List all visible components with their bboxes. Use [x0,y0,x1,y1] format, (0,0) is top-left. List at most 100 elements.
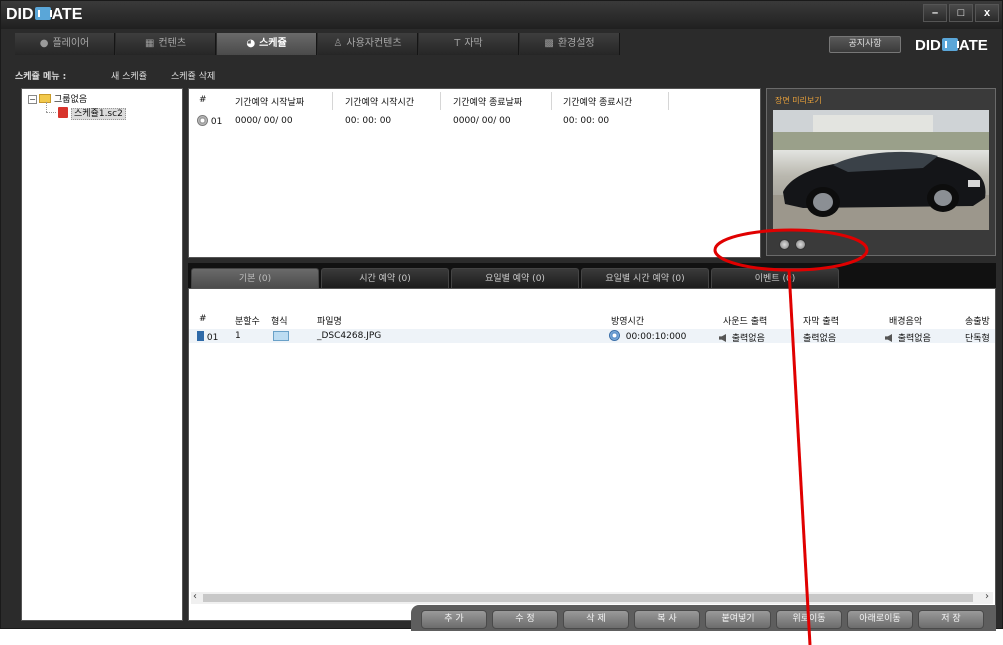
filename: _DSC4268.JPG [317,331,382,341]
schedule-list: # 기간예약 시작날짜 기간예약 시작시간 기간예약 종료날짜 기간예약 종료시… [188,88,761,258]
clock-icon [609,330,620,341]
start-date: 0000/ 00/ 00 [235,116,293,126]
new-schedule-link[interactable]: 새 스케쥴 [111,69,147,82]
edit-button[interactable]: 수 정 [492,610,558,629]
column-header[interactable]: 파일명 [317,314,342,327]
tab-schedule[interactable]: ◕ 스케쥴 [217,33,317,55]
column-header[interactable]: 분할수 [235,314,260,327]
next-scene-button[interactable] [795,239,806,250]
format-cell [273,331,289,343]
column-header[interactable]: 송출방 [965,314,990,327]
subtitle-output: 출력없음 [803,334,837,344]
tree-connector [46,112,56,113]
content-list: # 분할수 형식 파일명 방영시간 사운드 출력 자막 출력 배경음악 송출방 … [188,288,996,621]
column-header[interactable]: 기간예약 종료날짜 [453,95,522,108]
clock-icon [197,115,208,126]
brand-logo: DID ATE [915,37,988,54]
tab-user-content[interactable]: ♙ 사용자컨텐츠 [318,33,418,55]
tab-subtitle[interactable]: T 자막 [419,33,519,55]
duration: 00:00:10:000 [609,330,686,342]
schedule-menu-label: 스케쥴 메뉴 : [15,72,67,82]
action-bar: 추 가 수 정 삭 제 복 사 붙여넣기 위로이동 아래로이동 저 장 [411,605,996,631]
sound-output: 출력없음 [719,331,765,344]
end-time: 00: 00: 00 [563,116,610,126]
split-count: 1 [235,331,241,341]
app-logo: DID ATE [6,6,83,23]
column-separator[interactable] [440,92,441,110]
scene-preview-panel: 장면 미리보기 [766,88,996,256]
column-header[interactable]: 기간예약 시작날짜 [235,95,304,108]
paste-button[interactable]: 붙여넣기 [705,610,771,629]
app-window: DID ATE – □ x ● 플레이어 ▦ 컨텐츠 ◕ 스케쥴 ♙ 사용자컨텐츠 T 자막… [0,0,1003,631]
tree-file-item[interactable]: 스케쥴1.sc2 [58,106,126,120]
close-button[interactable]: x [975,4,999,22]
row-number: 01 [197,115,222,127]
horizontal-scrollbar[interactable]: ‹ › [191,591,993,604]
schedule-menu-bar: 스케쥴 메뉴 : 새 스케쥴 스케쥴 삭제 [1,59,1002,87]
end-date: 0000/ 00/ 00 [453,116,511,126]
play-icon: ● [39,38,49,49]
table-row[interactable]: 01 1 _DSC4268.JPG 00:00:10:000 출력없음 출력없음… [189,329,995,344]
maximize-button[interactable]: □ [949,4,973,22]
move-up-button[interactable]: 위로이동 [776,610,842,629]
schedule-file-icon [58,107,68,118]
item-icon [197,331,204,341]
schedule-icon: ◕ [246,38,256,49]
column-header[interactable]: # [199,314,207,324]
bgm-output: 출력없음 [885,331,931,344]
scroll-left-icon[interactable]: ‹ [193,591,197,602]
add-button[interactable]: 추 가 [421,610,487,629]
move-down-button[interactable]: 아래로이동 [847,610,913,629]
column-header[interactable]: 기간예약 시작시간 [345,95,414,108]
tab-player[interactable]: ● 플레이어 [15,33,115,55]
column-header[interactable]: # [199,95,207,105]
speaker-icon [719,334,726,342]
content-sub-tabs: 기본 (0) 시간 예약 (0) 요일별 예약 (0) 요일별 시간 예약 (0… [188,263,996,288]
minimize-button[interactable]: – [923,4,947,22]
folder-icon [39,94,51,103]
column-header[interactable]: 기간예약 종료시간 [563,95,632,108]
column-separator[interactable] [668,92,669,110]
user-icon: ♙ [333,38,343,49]
column-header[interactable]: 형식 [271,314,288,327]
tab-content[interactable]: ▦ 컨텐츠 [116,33,216,55]
car-photo [773,110,989,230]
preview-title: 장면 미리보기 [775,96,822,105]
row-number: 01 [197,331,218,343]
schedule-tree: − 그룹없음 스케쥴1.sc2 [21,88,183,621]
tab-settings[interactable]: ▩ 환경설정 [520,33,620,55]
settings-icon: ▩ [544,38,554,49]
logo-monitor-icon [34,7,52,20]
broadcast-mode: 단독형 [965,334,990,344]
delete-button[interactable]: 삭 제 [563,610,629,629]
tab-weekday-time-reservation[interactable]: 요일별 시간 예약 (0) [581,268,709,288]
copy-button[interactable]: 복 사 [634,610,700,629]
collapse-icon[interactable]: − [28,95,37,104]
text-icon: T [454,38,461,49]
save-button[interactable]: 저 장 [918,610,984,629]
scroll-right-icon[interactable]: › [985,591,989,602]
tab-time-reservation[interactable]: 시간 예약 (0) [321,268,449,288]
tab-weekday-reservation[interactable]: 요일별 예약 (0) [451,268,579,288]
speaker-icon [885,334,892,342]
column-header[interactable]: 방영시간 [611,314,644,327]
title-bar: DID ATE – □ x [1,1,1002,29]
preview-image [773,110,989,230]
logo-monitor-icon [941,38,959,51]
start-time: 00: 00: 00 [345,116,392,126]
content-icon: ▦ [144,38,155,49]
prev-scene-button[interactable] [779,239,790,250]
notice-button[interactable]: 공지사항 [829,36,901,53]
delete-schedule-link[interactable]: 스케쥴 삭제 [171,69,215,82]
image-format-icon [273,331,289,341]
tab-event[interactable]: 이벤트 (0) [711,268,839,288]
tree-connector [46,102,47,112]
column-separator[interactable] [332,92,333,110]
tree-group[interactable]: − 그룹없음 [28,92,87,105]
column-separator[interactable] [551,92,552,110]
column-header[interactable]: 자막 출력 [803,314,839,327]
column-header[interactable]: 사운드 출력 [723,314,767,327]
scrollbar-thumb[interactable] [203,594,973,602]
tab-basic[interactable]: 기본 (0) [191,268,319,288]
column-header[interactable]: 배경음악 [889,314,922,327]
